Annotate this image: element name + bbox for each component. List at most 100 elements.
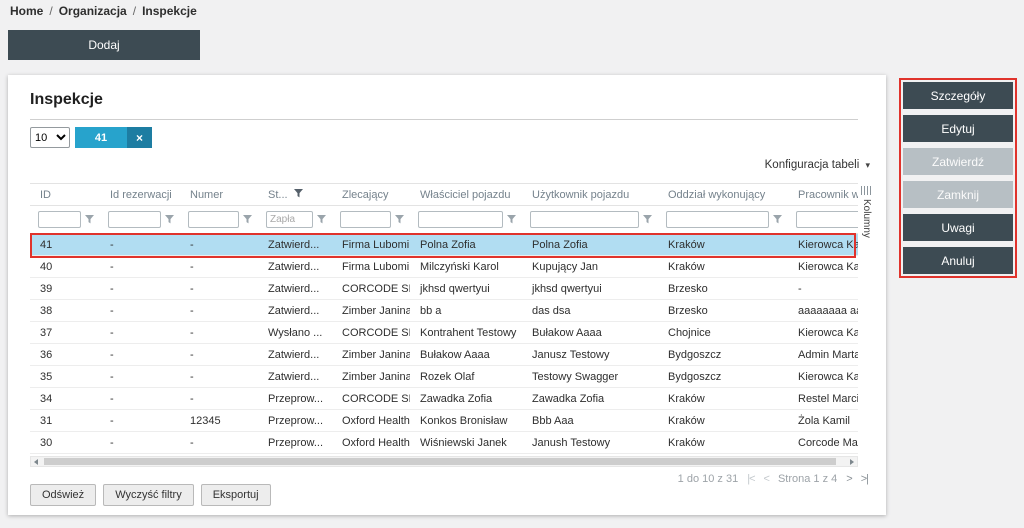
clear-filters-button[interactable]: Wyczyść filtry [103, 484, 194, 506]
next-page-icon[interactable]: > [846, 473, 851, 485]
table-cell: Kraków [658, 388, 788, 410]
table-cell: bb a [410, 300, 522, 322]
table-row[interactable]: 36--Zatwierd...Zimber JaninaBułakow Aaaa… [30, 344, 858, 366]
table-cell: jkhsd qwertyui [410, 278, 522, 300]
column-header[interactable]: St... [258, 184, 332, 206]
filter-icon[interactable] [643, 215, 652, 224]
filter-icon[interactable] [395, 215, 404, 224]
column-header-label: Zlecający [342, 189, 388, 201]
table-cell: Przeprow... [258, 388, 332, 410]
close-icon[interactable]: × [127, 127, 152, 148]
column-header[interactable]: Numer [180, 184, 258, 206]
scroll-right-arrow-icon[interactable] [850, 459, 854, 465]
scroll-left-arrow-icon[interactable] [34, 459, 38, 465]
table-cell: Zimber Janina [332, 366, 410, 388]
column-header[interactable]: Zlecający [332, 184, 410, 206]
last-page-icon[interactable]: >| [861, 473, 868, 485]
table-row[interactable]: 40--Zatwierd...Firma Lubomi...Milczyński… [30, 256, 858, 278]
filter-icon[interactable] [243, 215, 252, 224]
details-button[interactable]: Szczegóły [903, 82, 1013, 109]
export-button[interactable]: Eksportuj [201, 484, 271, 506]
drag-handle-icon [861, 186, 872, 195]
breadcrumb-item-organizacja[interactable]: Organizacja [59, 4, 127, 18]
page-size-select[interactable]: 10 [30, 127, 70, 148]
filter-input[interactable] [266, 211, 313, 228]
table-cell: CORCODE SP... [332, 322, 410, 344]
filter-icon[interactable] [165, 215, 174, 224]
breadcrumb-item-home[interactable]: Home [10, 4, 43, 18]
table-cell: - [180, 278, 258, 300]
edit-button[interactable]: Edytuj [903, 115, 1013, 142]
table-cell: Bbb Aaa [522, 410, 658, 432]
table-row[interactable]: 31-12345Przeprow...Oxford Health...Konko… [30, 410, 858, 432]
filter-input[interactable] [188, 211, 239, 228]
table-cell: 37 [30, 322, 100, 344]
column-header[interactable]: ID [30, 184, 100, 206]
table-cell: Testowy Swagger [522, 366, 658, 388]
notes-button[interactable]: Uwagi [903, 214, 1013, 241]
column-header[interactable]: Oddział wykonujący [658, 184, 788, 206]
pagination: 1 do 10 z 31 |< < Strona 1 z 4 > >| [678, 473, 868, 485]
filter-input[interactable] [796, 211, 858, 228]
table-cell: Brzesko [658, 300, 788, 322]
table-row[interactable]: 37--Wysłano ...CORCODE SP...Kontrahent T… [30, 322, 858, 344]
table-cell: - [180, 256, 258, 278]
table-cell: Wiśniewski Janek [410, 432, 522, 454]
column-header-label: Numer [190, 189, 223, 201]
filter-icon[interactable] [507, 215, 516, 224]
table-cell: Oxford Health... [332, 410, 410, 432]
table-cell: Janusz Testowy [522, 344, 658, 366]
close-button: Zamknij [903, 181, 1013, 208]
refresh-button[interactable]: Odśwież [30, 484, 96, 506]
table-cell: Zimber Janina [332, 300, 410, 322]
filter-input[interactable] [38, 211, 81, 228]
column-header[interactable]: Użytkownik pojazdu [522, 184, 658, 206]
previous-page-icon[interactable]: < [764, 473, 769, 485]
add-button[interactable]: Dodaj [8, 30, 200, 60]
table-cell: Firma Lubomi... [332, 234, 410, 256]
table-cell: 30 [30, 432, 100, 454]
breadcrumb-item-inspekcje[interactable]: Inspekcje [142, 4, 197, 18]
table-cell: - [100, 234, 180, 256]
cancel-button[interactable]: Anuluj [903, 247, 1013, 274]
table-cell: Kontrahent Testowy [410, 322, 522, 344]
horizontal-scrollbar[interactable] [30, 456, 858, 467]
inspections-panel: Inspekcje 10 41 × Konfiguracja tabeli ▾ … [8, 75, 886, 515]
filter-input[interactable] [666, 211, 769, 228]
table-cell: aaaaaaaa aaa [788, 300, 858, 322]
table-cell: CORCODE SP... [332, 278, 410, 300]
filter-chip: 41 × [75, 127, 152, 148]
table-config-button[interactable]: Konfiguracja tabeli ▾ [765, 159, 870, 171]
table-cell: Janush Testowy [522, 432, 658, 454]
filter-input[interactable] [340, 211, 391, 228]
table-cell: 39 [30, 278, 100, 300]
columns-strip[interactable]: Kolumny [859, 183, 874, 269]
table-row[interactable]: 39--Zatwierd...CORCODE SP...jkhsd qwerty… [30, 278, 858, 300]
column-header[interactable]: Właściciel pojazdu [410, 184, 522, 206]
filter-icon[interactable] [294, 189, 303, 201]
table-row[interactable]: 30--Przeprow...Oxford Health...Wiśniewsk… [30, 432, 858, 454]
filter-input[interactable] [530, 211, 639, 228]
table-cell: 12345 [180, 410, 258, 432]
column-header[interactable]: Pracownik wy [788, 184, 858, 206]
table-cell: Zatwierd... [258, 234, 332, 256]
table-row[interactable]: 41--Zatwierd...Firma Lubomi...Polna Zofi… [30, 234, 858, 256]
filter-input[interactable] [418, 211, 503, 228]
table-cell: - [100, 300, 180, 322]
table-cell: 35 [30, 366, 100, 388]
filter-icon[interactable] [85, 215, 94, 224]
table-cell: Zimber Janina [332, 344, 410, 366]
filter-input[interactable] [108, 211, 161, 228]
first-page-icon[interactable]: |< [747, 473, 754, 485]
table-row[interactable]: 38--Zatwierd...Zimber Janinabb adas dsaB… [30, 300, 858, 322]
filter-cell [258, 206, 332, 234]
table-cell: jkhsd qwertyui [522, 278, 658, 300]
column-header[interactable]: Id rezerwacji [100, 184, 180, 206]
filter-icon[interactable] [773, 215, 782, 224]
scrollbar-thumb[interactable] [44, 458, 836, 465]
table-cell: - [180, 300, 258, 322]
table-cell: - [180, 344, 258, 366]
table-row[interactable]: 35--Zatwierd...Zimber JaninaRozek OlafTe… [30, 366, 858, 388]
table-row[interactable]: 34--Przeprow...CORCODE SP...Zawadka Zofi… [30, 388, 858, 410]
filter-icon[interactable] [317, 215, 326, 224]
